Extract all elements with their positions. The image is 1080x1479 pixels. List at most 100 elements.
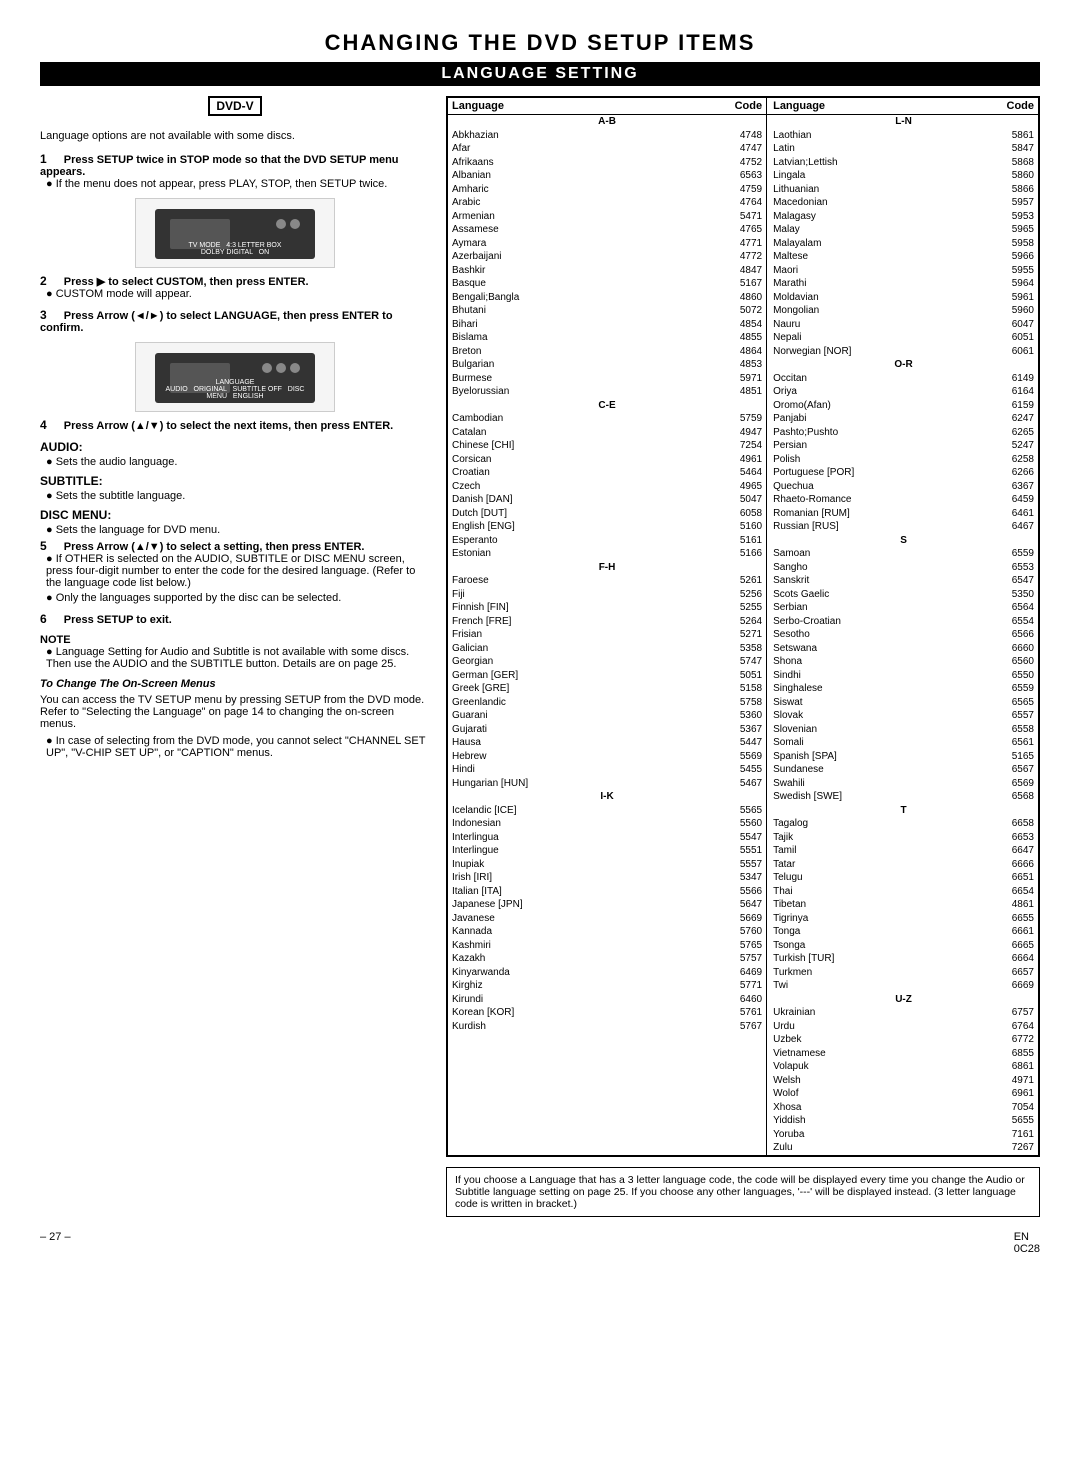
- lang-code-left: 4747: [696, 142, 767, 156]
- lang-code-right: 4861: [979, 898, 1038, 912]
- lang-code-right: 6565: [979, 696, 1038, 710]
- lang-name-right: Siswat: [767, 696, 979, 710]
- lang-code-left: 4771: [696, 237, 767, 251]
- lang-code-left: 4855: [696, 331, 767, 345]
- lang-code-left: 4961: [696, 453, 767, 467]
- lang-code-right: 6657: [979, 966, 1038, 980]
- note-label: NOTE: [40, 634, 430, 646]
- lang-code-left: 5167: [696, 277, 767, 291]
- sub-section-bullet: In case of selecting from the DVD mode, …: [46, 735, 430, 759]
- lang-code-right: 6559: [979, 547, 1038, 561]
- lang-code-right: 5868: [979, 156, 1038, 170]
- disc-menu-section: DISC MENU: Sets the language for DVD men…: [40, 508, 430, 536]
- on-screen-menus-section: To Change The On-Screen Menus You can ac…: [40, 678, 430, 759]
- lang-code-left: 5072: [696, 304, 767, 318]
- lang-code-right: 6669: [979, 979, 1038, 993]
- lang-name-right: Tajik: [767, 831, 979, 845]
- lang-code-left: 5447: [696, 736, 767, 750]
- lang-code-left: 5767: [696, 1020, 767, 1034]
- lang-code-left: 5347: [696, 871, 767, 885]
- lang-name-right: Tonga: [767, 925, 979, 939]
- lang-code-right: 6051: [979, 331, 1038, 345]
- lang-code-right: 5957: [979, 196, 1038, 210]
- lang-name-left: Hebrew: [448, 750, 696, 764]
- step-4-num: 4: [40, 418, 47, 432]
- lang-code-right: 6855: [979, 1047, 1038, 1061]
- lang-code-left: 5367: [696, 723, 767, 737]
- lang-code-right: 5955: [979, 264, 1038, 278]
- step-1-num: 1: [40, 152, 47, 166]
- lang-name-left: Armenian: [448, 210, 696, 224]
- lang-code-left: 4854: [696, 318, 767, 332]
- lang-code-left: 5761: [696, 1006, 767, 1020]
- lang-name-left: Georgian: [448, 655, 696, 669]
- lang-name-right: Yoruba: [767, 1128, 979, 1142]
- lang-code-left: 5358: [696, 642, 767, 656]
- section-label-left: C-E: [448, 399, 767, 413]
- step-2-text: Press ▶ to select CUSTOM, then press ENT…: [64, 276, 309, 288]
- lang-code-right: 6467: [979, 520, 1038, 534]
- step-5-text: Press Arrow (▲/▼) to select a setting, t…: [64, 541, 365, 553]
- lang-code-right: 6764: [979, 1020, 1038, 1034]
- lang-name-right: Tagalog: [767, 817, 979, 831]
- lang-name-right: Yiddish: [767, 1114, 979, 1128]
- audio-header: AUDIO:: [40, 440, 430, 454]
- lang-name-left: Japanese [JPN]: [448, 898, 696, 912]
- lang-name-left: Kinyarwanda: [448, 966, 696, 980]
- step-2: 2 Press ▶ to select CUSTOM, then press E…: [40, 274, 430, 300]
- lang-name-left: Esperanto: [448, 534, 696, 548]
- lang-code-right: 6247: [979, 412, 1038, 426]
- lang-name-right: Oriya: [767, 385, 979, 399]
- lang-code-left: 5255: [696, 601, 767, 615]
- lang-name-right: Slovenian: [767, 723, 979, 737]
- lang-name-right: Tigrinya: [767, 912, 979, 926]
- lang-code-right: 6647: [979, 844, 1038, 858]
- lang-name-right: Marathi: [767, 277, 979, 291]
- lang-code-left: 5547: [696, 831, 767, 845]
- lang-name-right: Persian: [767, 439, 979, 453]
- col-header-lang2: Language: [767, 98, 979, 115]
- lang-name-right: Sindhi: [767, 669, 979, 683]
- lang-name-left: Galician: [448, 642, 696, 656]
- disc-menu-bullet: Sets the language for DVD menu.: [46, 524, 430, 536]
- section-label-left: I-K: [448, 790, 767, 804]
- lang-name-right: Tsonga: [767, 939, 979, 953]
- lang-code-right: 6861: [979, 1060, 1038, 1074]
- lang-name-left: Corsican: [448, 453, 696, 467]
- lang-name-left: Assamese: [448, 223, 696, 237]
- lang-name-left: German [GER]: [448, 669, 696, 683]
- lang-name-right: Macedonian: [767, 196, 979, 210]
- lang-code-right: 6550: [979, 669, 1038, 683]
- lang-name-right: Vietnamese: [767, 1047, 979, 1061]
- lang-code-left: 6460: [696, 993, 767, 1007]
- lang-code-right: 6266: [979, 466, 1038, 480]
- lang-code-right: 5655: [979, 1114, 1038, 1128]
- lang-name-left: Dutch [DUT]: [448, 507, 696, 521]
- lang-name-right: Sangho: [767, 561, 979, 575]
- lang-code-right: 5966: [979, 250, 1038, 264]
- lang-code-left: 6058: [696, 507, 767, 521]
- lang-code-left: 5565: [696, 804, 767, 818]
- lang-name-right: Telugu: [767, 871, 979, 885]
- lang-code-right: 6149: [979, 372, 1038, 386]
- lang-code-right: 5847: [979, 142, 1038, 156]
- step-3-num: 3: [40, 308, 47, 322]
- lang-name-left: Albanian: [448, 169, 696, 183]
- lang-code-left: 4860: [696, 291, 767, 305]
- lang-code-right: 6757: [979, 1006, 1038, 1020]
- lang-code-right: 6461: [979, 507, 1038, 521]
- lang-name-right: Sundanese: [767, 763, 979, 777]
- lang-code-right: 6367: [979, 480, 1038, 494]
- lang-code-left: 5647: [696, 898, 767, 912]
- lang-name-left: Greenlandic: [448, 696, 696, 710]
- lang-name-right: Malayalam: [767, 237, 979, 251]
- lang-code-left: 5557: [696, 858, 767, 872]
- lang-name-right: Slovak: [767, 709, 979, 723]
- audio-bullet: Sets the audio language.: [46, 456, 430, 468]
- lang-code-left: 5166: [696, 547, 767, 561]
- lang-code-left: 5560: [696, 817, 767, 831]
- lang-code-left: 5757: [696, 952, 767, 966]
- step-3-text: Press Arrow (◄/►) to select LANGUAGE, th…: [40, 310, 393, 334]
- lang-name-left: Hausa: [448, 736, 696, 750]
- lang-name-right: Oromo(Afan): [767, 399, 979, 413]
